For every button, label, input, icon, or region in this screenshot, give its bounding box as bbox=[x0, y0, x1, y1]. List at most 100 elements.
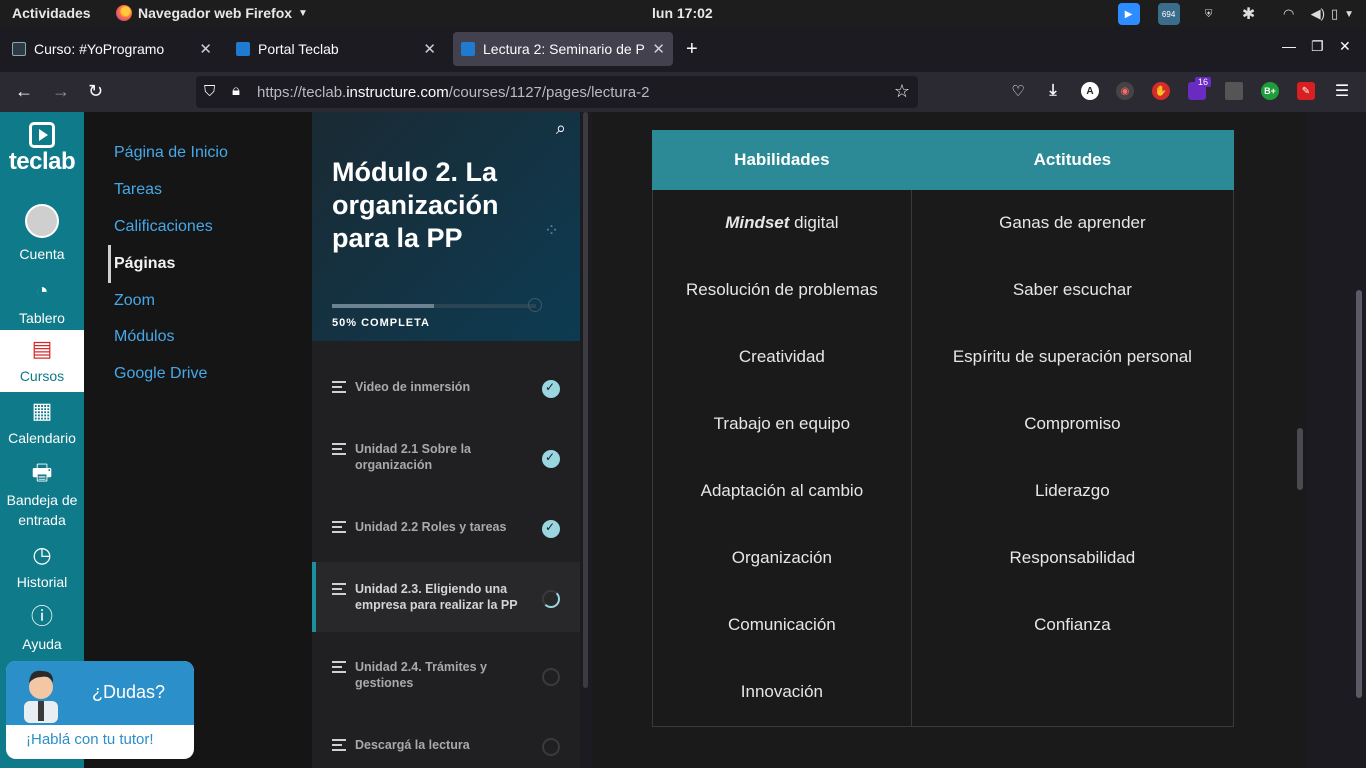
teclab-favicon-icon bbox=[236, 42, 250, 56]
tutor-chat-widget[interactable]: ¿Dudas? ¡Hablá con tu tutor! bbox=[6, 661, 194, 759]
tab-portal-teclab[interactable]: Portal Teclab ✕ bbox=[228, 32, 444, 66]
pocket-icon[interactable]: ♡ bbox=[1009, 82, 1027, 100]
module-progress-fill bbox=[332, 304, 434, 308]
loading-dots-icon: ⁘ bbox=[544, 220, 560, 240]
back-button[interactable]: ← bbox=[15, 81, 33, 102]
download-icon[interactable]: ⤓ bbox=[1044, 82, 1062, 100]
nav-label: Cuenta bbox=[19, 246, 65, 262]
active-indicator bbox=[108, 245, 111, 283]
tab-lectura-2[interactable]: Lectura 2: Seminario de P ✕ bbox=[453, 32, 673, 66]
forward-button[interactable]: → bbox=[52, 81, 70, 102]
content-scrollbar-thumb[interactable] bbox=[1297, 428, 1303, 490]
attitude-cell: Saber escuchar bbox=[910, 256, 1235, 324]
nav-item-tablero[interactable]: ◔ Tablero bbox=[0, 278, 84, 328]
close-icon[interactable]: ✕ bbox=[423, 40, 436, 58]
activities-button[interactable]: Actividades bbox=[12, 5, 91, 21]
close-icon[interactable]: ✕ bbox=[199, 40, 212, 58]
calendar-icon: ▦ bbox=[31, 398, 53, 423]
nav-label: Tablero bbox=[19, 310, 65, 326]
module-item[interactable]: Video de inmersión bbox=[312, 352, 580, 422]
terminal-favicon-icon bbox=[12, 42, 26, 56]
url-domain: instructure.com bbox=[346, 84, 449, 101]
chat-link[interactable]: ¡Hablá con tu tutor! bbox=[26, 731, 154, 748]
menu-icon[interactable]: ☰ bbox=[1333, 82, 1351, 100]
close-icon[interactable]: ✕ bbox=[652, 40, 665, 58]
nav-label: Cursos bbox=[19, 368, 65, 384]
module-item-label: Video de inmersión bbox=[355, 380, 471, 394]
attitude-cell: Ganas de aprender bbox=[910, 189, 1235, 257]
tracking-shield-icon[interactable]: ⛉ bbox=[204, 83, 215, 100]
skill-cell: Trabajo en equipo bbox=[652, 390, 912, 458]
clock[interactable]: lun 17:02 bbox=[652, 5, 713, 21]
close-window-button[interactable]: ✕ bbox=[1339, 38, 1351, 55]
course-nav-tareas[interactable]: Tareas bbox=[114, 181, 162, 199]
skill-cell: Resolución de problemas bbox=[652, 256, 912, 324]
chevron-down-icon[interactable]: ▼ bbox=[1344, 3, 1354, 25]
module-progress-label: 50% COMPLETA bbox=[332, 317, 430, 329]
tab-title: Lectura 2: Seminario de P bbox=[483, 41, 645, 57]
page-scrollbar-thumb[interactable] bbox=[1356, 290, 1362, 698]
teclab-logo[interactable]: teclab bbox=[0, 122, 84, 176]
nav-item-ayuda[interactable]: ⓘ Ayuda bbox=[0, 604, 84, 654]
tab-yoprogramo[interactable]: Curso: #YoProgramo ✕ bbox=[8, 32, 220, 66]
extension-pen-icon[interactable]: ✎ bbox=[1297, 82, 1315, 100]
course-nav-paginas[interactable]: Páginas bbox=[114, 255, 175, 273]
maximize-button[interactable]: ❐ bbox=[1311, 38, 1324, 55]
course-nav-inicio[interactable]: Página de Inicio bbox=[114, 144, 228, 162]
table-row: Mindset digital Ganas de aprender bbox=[652, 189, 1235, 257]
course-nav-zoom[interactable]: Zoom bbox=[114, 292, 155, 310]
nav-label: Bandeja de entrada bbox=[6, 492, 78, 528]
nav-item-bandeja[interactable]: 🖶︎ Bandeja de entrada bbox=[0, 460, 84, 530]
adblock-icon[interactable]: ✋ bbox=[1152, 82, 1170, 100]
module-header: ⌕ Módulo 2. La organización para la PP ⁘… bbox=[312, 112, 580, 341]
lines-icon bbox=[332, 381, 346, 396]
extension-grid-icon[interactable] bbox=[1225, 82, 1243, 100]
course-nav-modulos[interactable]: Módulos bbox=[114, 328, 174, 346]
messenger-icon[interactable]: 694 bbox=[1157, 3, 1180, 25]
module-scrollbar-thumb[interactable] bbox=[583, 112, 588, 688]
pending-circle-icon bbox=[542, 668, 560, 686]
nav-item-calendario[interactable]: ▦ Calendario bbox=[0, 398, 84, 448]
bookmark-star-icon[interactable]: ☆ bbox=[894, 81, 910, 102]
search-icon[interactable]: ⌕ bbox=[556, 118, 566, 139]
extension-b-icon[interactable]: B+ bbox=[1261, 82, 1279, 100]
module-item[interactable]: Unidad 2.2 Roles y tareas bbox=[312, 492, 580, 562]
course-nav-calificaciones[interactable]: Calificaciones bbox=[114, 218, 213, 236]
tray-badge: 694 bbox=[1161, 9, 1176, 19]
module-scrollbar[interactable] bbox=[580, 112, 592, 768]
module-item[interactable]: Descargá la lectura bbox=[312, 710, 580, 768]
address-bar[interactable]: ⛉ 🔒︎ https://teclab.instructure.com/cour… bbox=[196, 76, 918, 108]
check-icon bbox=[542, 380, 560, 398]
nav-item-cuenta[interactable]: Cuenta bbox=[0, 204, 84, 264]
module-item[interactable]: Unidad 2.3. Eligiendo una empresa para r… bbox=[312, 562, 580, 632]
minimize-button[interactable]: — bbox=[1282, 38, 1296, 54]
help-icon: ⓘ bbox=[30, 604, 53, 629]
play-logo-icon bbox=[29, 122, 55, 148]
tutor-avatar-icon bbox=[24, 670, 58, 723]
volume-icon[interactable]: ◀) bbox=[1311, 3, 1325, 25]
course-nav-google-drive[interactable]: Google Drive bbox=[114, 365, 207, 383]
book-icon: ▤ bbox=[31, 336, 53, 361]
zoom-icon[interactable]: ▶ bbox=[1117, 3, 1140, 25]
wifi-icon[interactable]: ◠ bbox=[1278, 3, 1300, 25]
url-text[interactable]: https://teclab.instructure.com/courses/1… bbox=[257, 84, 649, 101]
column-header-actitudes: Actitudes bbox=[910, 130, 1235, 190]
module-item[interactable]: Unidad 2.1 Sobre la organización bbox=[312, 422, 580, 492]
chat-question: ¿Dudas? bbox=[92, 682, 166, 702]
battery-icon[interactable]: ▯ bbox=[1331, 3, 1338, 25]
nav-item-cursos[interactable]: ▤ Cursos bbox=[0, 330, 84, 392]
slack-icon[interactable]: ✱ bbox=[1238, 3, 1260, 25]
chevron-down-icon: ▼ bbox=[298, 7, 308, 19]
skill-cell: Mindset digital bbox=[652, 189, 912, 257]
extension-glasses-icon[interactable]: ◉ bbox=[1116, 82, 1134, 100]
module-item[interactable]: Unidad 2.4. Trámites y gestiones bbox=[312, 640, 580, 710]
reload-button[interactable]: ↻ bbox=[88, 81, 103, 102]
lock-icon[interactable]: 🔒︎ bbox=[232, 82, 240, 99]
account-icon[interactable]: A bbox=[1081, 82, 1099, 100]
nav-item-historial[interactable]: ◷ Historial bbox=[0, 542, 84, 592]
new-tab-button[interactable]: + bbox=[686, 38, 698, 61]
attitude-cell: Confianza bbox=[910, 591, 1235, 659]
app-menu[interactable]: Navegador web Firefox ▼ bbox=[116, 5, 308, 21]
table-row: Adaptación al cambio Liderazgo bbox=[652, 457, 1235, 525]
shield-icon[interactable]: ⛨ bbox=[1198, 3, 1220, 25]
